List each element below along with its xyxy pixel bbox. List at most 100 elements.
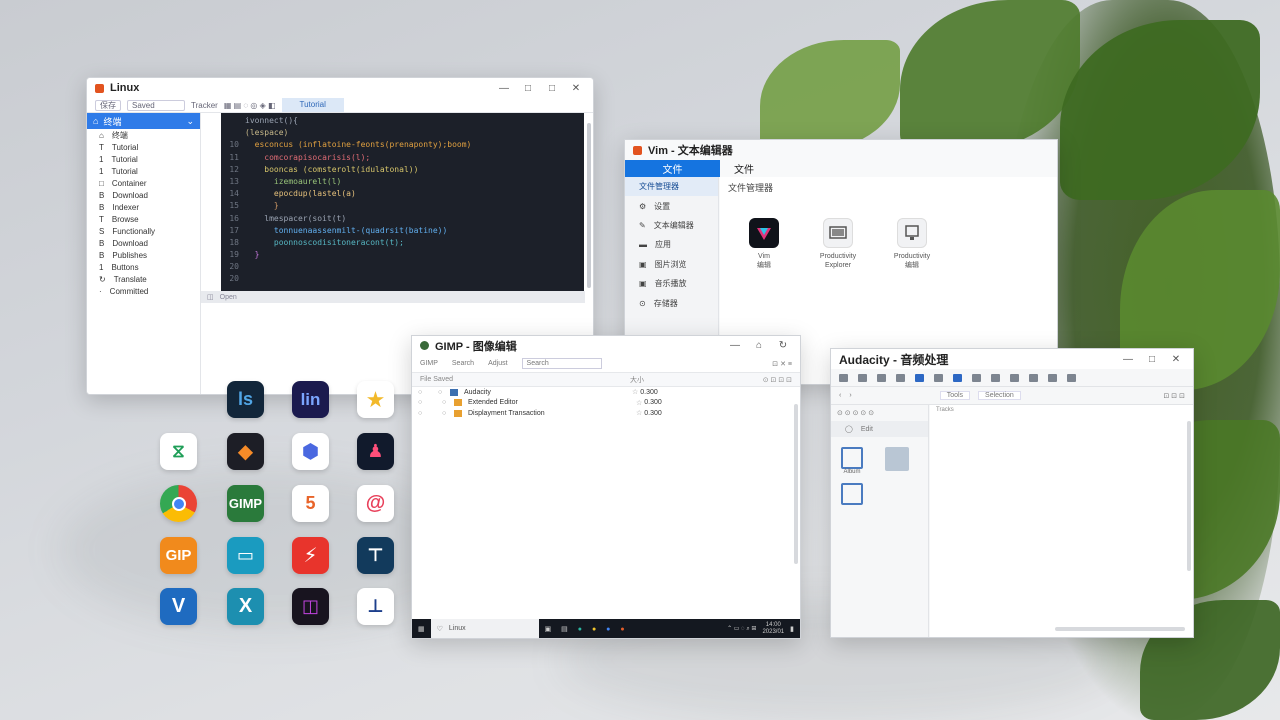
tool-icon[interactable] [1048,373,1057,382]
sidebar-item[interactable]: B Download [87,189,200,201]
sidebar-item[interactable]: T Tutorial [87,141,200,153]
app-icon-bolt[interactable]: ⚡ [292,537,329,574]
toolbar-icons[interactable]: ▦ ▤ ◌ ◎ ◈ ◧ [224,101,276,110]
app-icon-j[interactable]: ⊥ [357,588,394,625]
sidebar-item[interactable]: · Committed [87,285,200,297]
header-icons[interactable]: ⊙ ⊡ ⊡ ⊡ [763,376,792,384]
minimize-button[interactable]: — [726,340,744,351]
restore-button[interactable]: □ [519,83,537,94]
app-icon-gip[interactable]: GIP [160,537,197,574]
vim-sidebar-item[interactable]: 文件管理器 [625,177,718,197]
sidebar-item[interactable]: 1 Buttons [87,261,200,273]
taskbar-search[interactable]: ♡ Linux [430,619,539,638]
sidebar-item[interactable]: 1 Tutorial [87,153,200,165]
vim-sidebar-item[interactable]: ▬ 应用 [625,235,718,254]
tool-icon[interactable] [934,373,943,382]
sidebar-item[interactable]: ↻ Translate [87,273,200,285]
expand-icon[interactable]: ○ [442,399,454,406]
left-toolbar[interactable]: ⊙ ⊙ ⊙ ⊙ ⊙ [831,405,928,421]
tab-selection[interactable]: Selection [978,391,1021,400]
radio-icon[interactable]: ○ [418,389,438,396]
toolbar-search[interactable]: Search [452,360,474,367]
file-row[interactable]: ○ ○ Extended Editor ☆ 0.300 [412,398,800,409]
app-icon-s[interactable]: ⧖ [160,433,197,470]
app-icon-gimp[interactable]: GIMP [227,485,264,522]
app-icon-box[interactable]: ⬢ [292,433,329,470]
track-area[interactable]: Tracks [930,405,1193,637]
app-icon-vs[interactable]: ◫ [292,588,329,625]
tool-icon[interactable] [858,373,867,382]
system-tray[interactable]: ⌃ ▭ ◌ ⌕ ⊞ [727,625,756,633]
tab-file[interactable]: 文件 [720,160,768,177]
tool-icon[interactable] [1067,373,1076,382]
tool-icon[interactable] [877,373,886,382]
minimize-button[interactable]: — [1119,354,1137,365]
app-icon-v[interactable]: V [160,588,197,625]
toolbar-icons-right[interactable]: ⊡ ✕ ≡ [772,360,792,368]
tab-tutorial[interactable]: Tutorial [281,98,344,112]
tool-icon[interactable] [1029,373,1038,382]
view-icons[interactable]: ⊡ ⊡ ⊡ [1164,392,1186,400]
track-scrollbar[interactable] [1187,421,1191,571]
app-icon-star[interactable]: ★ [357,381,394,418]
save-button[interactable]: 保存 [95,99,121,111]
close-button[interactable]: ↻ [774,340,792,351]
vim-sidebar-item[interactable]: ▣ 音乐播放 [625,274,718,293]
expand-icon[interactable]: ○ [442,410,454,417]
tab-file-active[interactable]: 文件 [625,160,720,177]
app-icon-at[interactable]: @ [357,485,394,522]
expand-icon[interactable]: ○ [438,389,450,396]
app-icon-lin[interactable]: lin [292,381,329,418]
app-icon-html[interactable]: 5 [292,485,329,522]
sidebar-item[interactable]: ⌂ 终端 [87,129,200,141]
file-row[interactable]: ○ ○ Audacity ☆ 0.300 [412,387,800,398]
tool-icon[interactable] [896,373,905,382]
chevron-down-icon[interactable]: ⌄ [186,116,194,127]
tool-icon[interactable] [953,373,962,382]
tool-icon[interactable] [991,373,1000,382]
forward-icon[interactable]: › [849,392,851,399]
taskbar-apps[interactable]: ▣ ▤ ● ● ● ● [545,625,629,633]
code-area[interactable]: ivonnect(){(lespace) 10 esconcus (inflato… [221,113,584,293]
close-button[interactable]: ✕ [1167,354,1185,365]
tool-icon[interactable] [915,373,924,382]
app-icon-sketch[interactable]: ◆ [227,433,264,470]
app-icon-ls[interactable]: ls [227,381,264,418]
start-icon[interactable]: ▦ [418,625,425,633]
app-icon-book[interactable]: ▭ [227,537,264,574]
tool-icon[interactable] [839,373,848,382]
file-row[interactable]: ○ ○ Displayment Transaction ☆ 0.300 [412,408,800,419]
sidebar-item[interactable]: 1 Tutorial [87,165,200,177]
code-scrollbar[interactable] [587,123,591,288]
app-vim[interactable]: Vim 编辑 [738,218,790,270]
vim-sidebar-item[interactable]: ▣ 图片浏览 [625,255,718,274]
close-button[interactable]: ✕ [567,83,585,94]
app-icon-tshirt[interactable]: ⊤ [357,537,394,574]
saved-field[interactable]: Saved [127,99,185,111]
vim-sidebar-item[interactable]: ⊙ 存储器 [625,293,718,312]
sidebar-header[interactable]: ⌂ 终端 ⌄ [87,113,200,129]
vim-sidebar-item[interactable]: ✎ 文本编辑器 [625,216,718,235]
sidebar-item[interactable]: T Browse [87,213,200,225]
app-icon-person[interactable]: ♟ [357,433,394,470]
clock[interactable]: 14:00 2023/01 [762,622,784,636]
vim-sidebar-item[interactable]: ⚙ 设置 [625,196,718,215]
app-icon-x[interactable]: X [227,588,264,625]
maximize-button[interactable]: □ [1143,354,1161,365]
grid-icon[interactable] [841,483,863,505]
back-icon[interactable]: ‹ [839,392,841,399]
sidebar-item[interactable]: □ Container [87,177,200,189]
sidebar-item[interactable]: B Publishes [87,249,200,261]
notification-icon[interactable]: ▮ [790,625,794,633]
radio-icon[interactable]: ○ [418,399,438,406]
app-productivity-2[interactable]: Productivity 编辑 [886,218,938,270]
left-item[interactable]: ◯ Edit [831,421,928,437]
tool-icon[interactable] [972,373,981,382]
sidebar-item[interactable]: S Functionally [87,225,200,237]
tab-tools[interactable]: Tools [939,391,971,400]
tracker-button[interactable]: Tracker [191,101,218,110]
restore-button[interactable]: ⌂ [750,340,768,351]
album-button[interactable]: Album [841,447,863,475]
app-icon-chrome[interactable] [160,485,197,522]
list-scrollbar[interactable] [794,404,798,564]
